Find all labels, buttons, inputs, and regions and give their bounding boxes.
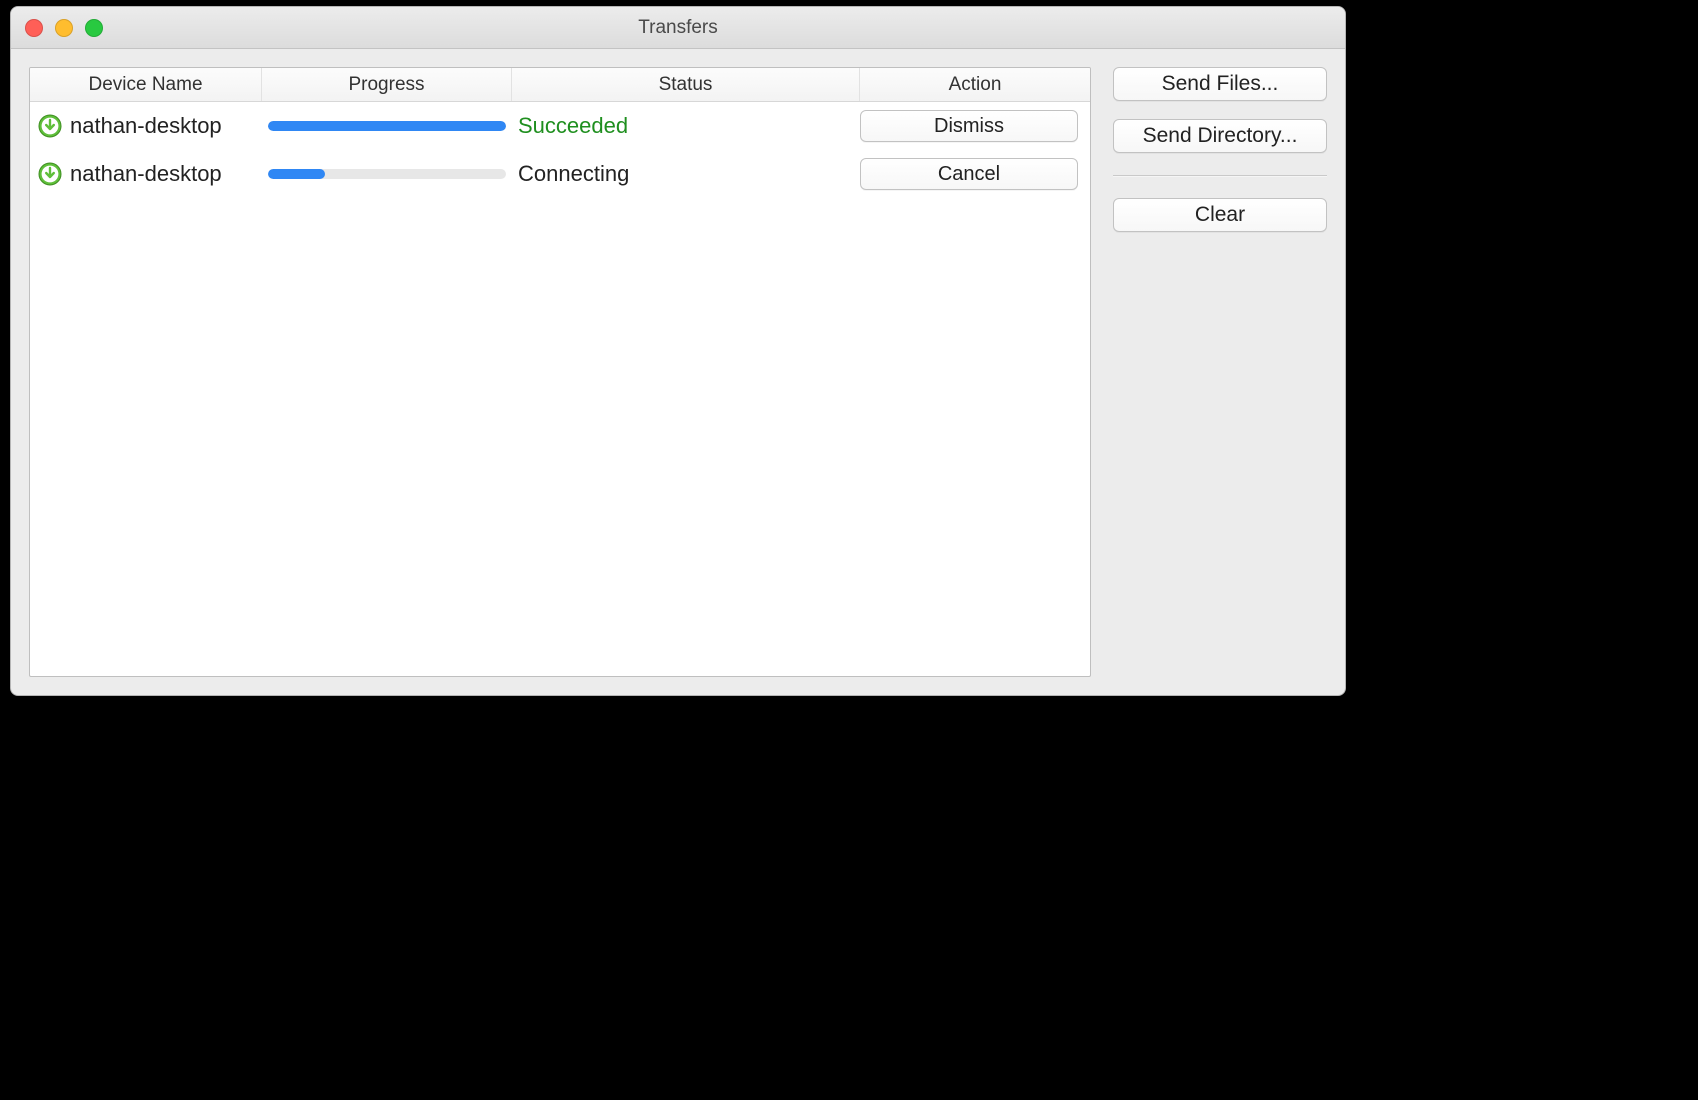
traffic-lights <box>25 19 103 37</box>
col-header-device[interactable]: Device Name <box>30 68 262 101</box>
cell-action: Dismiss <box>854 110 1084 142</box>
dismiss-button[interactable]: Dismiss <box>860 110 1078 142</box>
window-minimize-button[interactable] <box>55 19 73 37</box>
download-icon <box>38 114 62 138</box>
cell-status: Connecting <box>518 161 854 187</box>
window-zoom-button[interactable] <box>85 19 103 37</box>
download-icon <box>38 162 62 186</box>
titlebar[interactable]: Transfers <box>11 7 1345 49</box>
transfers-table: Device Name Progress Status Action natha… <box>29 67 1091 677</box>
progress-bar <box>268 121 506 131</box>
status-label: Succeeded <box>518 113 628 139</box>
cell-progress <box>268 169 518 179</box>
send-directory-button[interactable]: Send Directory... <box>1113 119 1327 153</box>
device-name-label: nathan-desktop <box>70 113 222 139</box>
transfers-window: Transfers Device Name Progress Status Ac… <box>10 6 1346 696</box>
content-area: Device Name Progress Status Action natha… <box>11 49 1345 695</box>
col-header-status[interactable]: Status <box>512 68 860 101</box>
sidebar-divider <box>1113 175 1327 176</box>
sidebar-send-group: Send Files... Send Directory... <box>1113 67 1327 153</box>
col-header-progress[interactable]: Progress <box>262 68 512 101</box>
window-close-button[interactable] <box>25 19 43 37</box>
status-label: Connecting <box>518 161 629 187</box>
clear-button[interactable]: Clear <box>1113 198 1327 232</box>
cancel-button[interactable]: Cancel <box>860 158 1078 190</box>
progress-bar <box>268 169 506 179</box>
progress-fill <box>268 169 325 179</box>
table-body: nathan-desktopSucceededDismissnathan-des… <box>30 102 1090 676</box>
col-header-action[interactable]: Action <box>860 68 1090 101</box>
table-row[interactable]: nathan-desktop Succeeded Dismiss <box>30 102 1090 150</box>
device-name-label: nathan-desktop <box>70 161 222 187</box>
table-head: Device Name Progress Status Action <box>30 68 1090 102</box>
cell-device: nathan-desktop <box>36 113 268 139</box>
cell-status: Succeeded <box>518 113 854 139</box>
cell-action: Cancel <box>854 158 1084 190</box>
table-row[interactable]: nathan-desktop Connecting Cancel <box>30 150 1090 198</box>
cell-progress <box>268 121 518 131</box>
window-title: Transfers <box>638 17 718 39</box>
cell-device: nathan-desktop <box>36 161 268 187</box>
send-files-button[interactable]: Send Files... <box>1113 67 1327 101</box>
sidebar: Send Files... Send Directory... Clear <box>1113 67 1327 677</box>
progress-fill <box>268 121 506 131</box>
